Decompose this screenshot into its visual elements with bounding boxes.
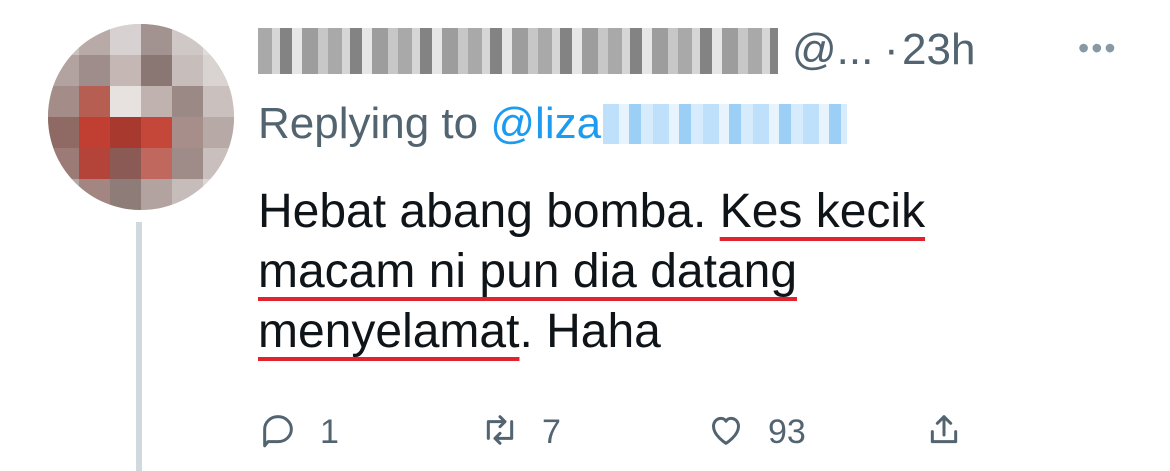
like-count: 93 — [768, 412, 806, 451]
share-button[interactable] — [924, 404, 964, 460]
retweet-count: 7 — [542, 412, 561, 451]
share-icon — [924, 410, 964, 455]
avatar[interactable] — [48, 24, 234, 210]
timestamp[interactable]: 23h — [902, 22, 975, 78]
reply-button[interactable]: 1 — [258, 404, 339, 460]
tweet-actions: 1 7 93 — [258, 404, 1018, 460]
reply-count: 1 — [320, 412, 339, 451]
retweet-icon — [480, 410, 520, 455]
replying-to: Replying to @liza — [258, 96, 848, 152]
replying-to-label: Replying to — [258, 99, 479, 148]
display-name-redacted[interactable] — [258, 28, 778, 74]
mention-redacted[interactable] — [603, 104, 848, 144]
user-handle[interactable]: @... — [792, 22, 873, 78]
more-dots-icon[interactable]: ••• — [1078, 28, 1118, 68]
tweet-text-part: . Haha — [519, 305, 661, 358]
heart-icon — [706, 410, 746, 455]
tweet-text-part: Hebat abang bomba. — [258, 185, 720, 238]
tweet-text: Hebat abang bomba. Kes kecik macam ni pu… — [258, 182, 1038, 362]
retweet-button[interactable]: 7 — [480, 404, 561, 460]
separator-dot: · — [884, 25, 899, 74]
thread-line — [136, 222, 142, 471]
tweet-header: @... · 23h ••• — [258, 20, 1138, 80]
reply-mention-link[interactable]: @liza — [490, 99, 601, 148]
like-button[interactable]: 93 — [706, 404, 806, 460]
comment-bubble-icon — [258, 410, 298, 455]
tweet: @... · 23h ••• Replying to @liza Hebat a… — [0, 0, 1170, 471]
